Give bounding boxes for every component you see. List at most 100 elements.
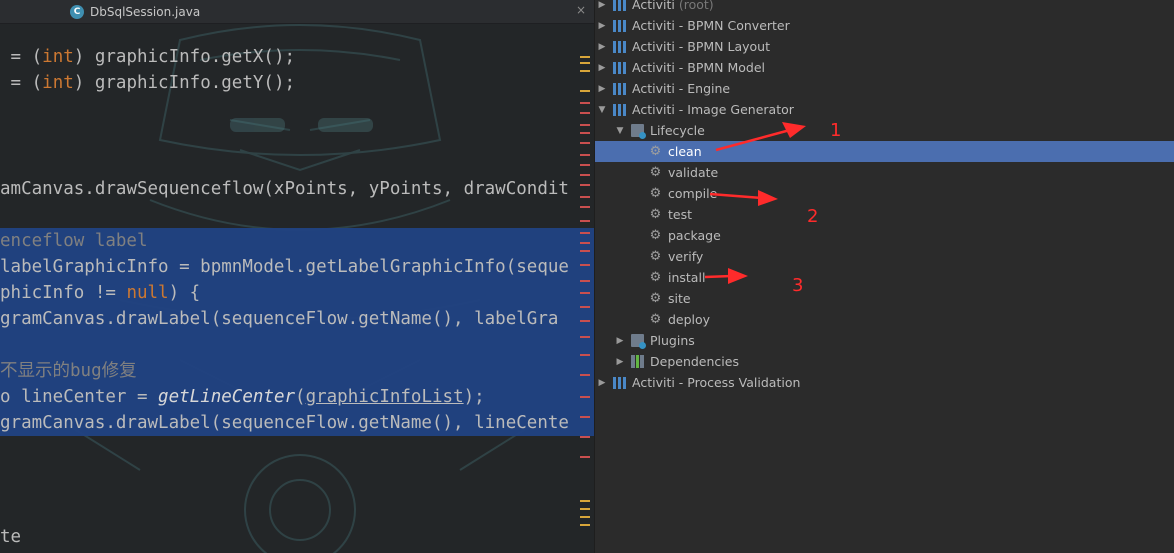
chevron-right-icon[interactable]: ▶ (597, 63, 607, 73)
error-marker[interactable] (580, 164, 590, 166)
error-marker[interactable] (580, 336, 590, 338)
code-line[interactable]: o lineCenter = getLineCenter(graphicInfo… (0, 384, 594, 410)
warning-marker[interactable] (580, 62, 590, 64)
code-token: null (126, 283, 169, 303)
warning-marker[interactable] (580, 90, 590, 92)
chevron-right-icon[interactable]: ▶ (597, 42, 607, 52)
code-line[interactable]: amCanvas.drawSequenceflow(xPoints, yPoin… (0, 176, 594, 202)
chevron-right-icon[interactable]: ▶ (597, 378, 607, 388)
error-marker[interactable] (580, 174, 590, 176)
error-marker[interactable] (580, 184, 590, 186)
tree-item-label: verify (668, 249, 704, 264)
error-marker[interactable] (580, 280, 590, 282)
tree-item-suffix: (root) (678, 0, 714, 12)
error-marker[interactable] (580, 320, 590, 322)
code-token: te (0, 527, 22, 547)
code-line[interactable]: te (0, 524, 594, 550)
tree-item-activiti-image-generator[interactable]: ▼ Activiti - Image Generator (595, 99, 1174, 120)
tree-item-label: Activiti - BPMN Converter (632, 18, 790, 33)
error-marker[interactable] (580, 354, 590, 356)
chevron-right-icon[interactable]: ▶ (597, 0, 607, 10)
error-marker[interactable] (580, 396, 590, 398)
error-marker[interactable] (580, 132, 590, 134)
tree-item-label: compile (668, 186, 718, 201)
chevron-right-icon[interactable]: ▶ (597, 21, 607, 31)
error-marker[interactable] (580, 102, 590, 104)
tree-item-test[interactable]: ⚙ test (595, 204, 1174, 225)
maven-projects-tree[interactable]: ▶ Activiti (root) ▶ Activiti - BPMN Converte… (594, 0, 1174, 553)
code-token: ) { (168, 283, 201, 303)
warning-marker[interactable] (580, 56, 590, 58)
tree-item-clean[interactable]: ⚙ clean (595, 141, 1174, 162)
tree-item-label: clean (668, 144, 702, 159)
warning-marker[interactable] (580, 70, 590, 72)
warning-marker[interactable] (580, 508, 590, 510)
error-marker[interactable] (580, 456, 590, 458)
tree-item-site[interactable]: ⚙ site (595, 288, 1174, 309)
code-line[interactable]: = (int) graphicInfo.getX(); (0, 44, 594, 70)
tree-item-validate[interactable]: ⚙ validate (595, 162, 1174, 183)
error-marker[interactable] (580, 306, 590, 308)
tree-item-activiti-process-validation[interactable]: ▶ Activiti - Process Validation (595, 372, 1174, 393)
tree-item-label: Activiti - Process Validation (632, 375, 801, 390)
code-line[interactable]: labelGraphicInfo = bpmnModel.getLabelGra… (0, 254, 594, 280)
code-line[interactable]: = (int) graphicInfo.getY(); (0, 70, 594, 96)
tree-item-label: deploy (668, 312, 711, 327)
error-marker[interactable] (580, 154, 590, 156)
gear-icon: ⚙ (649, 312, 662, 327)
tree-item-lifecycle[interactable]: ▼ Lifecycle (595, 120, 1174, 141)
tree-item-deploy[interactable]: ⚙ deploy (595, 309, 1174, 330)
chevron-right-icon[interactable]: ▶ (615, 357, 625, 367)
error-marker[interactable] (580, 242, 590, 244)
tree-item-activiti[interactable]: ▶ Activiti (root) (595, 0, 1174, 15)
code-line[interactable]: enceflow label (0, 228, 594, 254)
code-token: phicInfo != (0, 283, 127, 303)
error-marker[interactable] (580, 142, 590, 144)
error-marker[interactable] (580, 220, 590, 222)
tree-item-activiti-bpmn-model[interactable]: ▶ Activiti - BPMN Model (595, 57, 1174, 78)
error-marker[interactable] (580, 436, 590, 438)
tree-item-verify[interactable]: ⚙ verify (595, 246, 1174, 267)
code-token: gramCanvas.drawLabel(sequenceFlow.getNam… (0, 309, 559, 329)
gear-icon: ⚙ (649, 270, 662, 285)
error-marker[interactable] (580, 292, 590, 294)
tree-item-compile[interactable]: ⚙ compile (595, 183, 1174, 204)
maven-icon (613, 40, 626, 53)
warning-marker[interactable] (580, 516, 590, 518)
tree-item-label: Activiti - Engine (632, 81, 731, 96)
code-token: ); (463, 387, 485, 407)
warning-marker[interactable] (580, 524, 590, 526)
error-marker[interactable] (580, 264, 590, 266)
code-line[interactable]: gramCanvas.drawLabel(sequenceFlow.getNam… (0, 306, 594, 332)
error-marker[interactable] (580, 206, 590, 208)
tree-item-plugins[interactable]: ▶ Plugins (595, 330, 1174, 351)
chevron-right-icon[interactable]: ▶ (615, 336, 625, 346)
annotation-label-1: 1 (830, 120, 842, 141)
error-marker[interactable] (580, 232, 590, 234)
tree-item-package[interactable]: ⚙ package (595, 225, 1174, 246)
error-stripe[interactable] (577, 24, 593, 553)
tree-item-activiti-bpmn-converter[interactable]: ▶ Activiti - BPMN Converter (595, 15, 1174, 36)
tree-item-dependencies[interactable]: ▶ Dependencies (595, 351, 1174, 372)
chevron-down-icon[interactable]: ▼ (597, 105, 607, 115)
chevron-right-icon[interactable]: ▶ (597, 84, 607, 94)
tab-label: DbSqlSession.java (90, 5, 201, 19)
error-marker[interactable] (580, 416, 590, 418)
code-editor[interactable]: C DbSqlSession.java × = (int) graphicInf… (0, 0, 594, 553)
close-icon[interactable]: × (576, 3, 586, 17)
error-marker[interactable] (580, 250, 590, 252)
warning-marker[interactable] (580, 500, 590, 502)
error-marker[interactable] (580, 124, 590, 126)
tree-item-activiti-engine[interactable]: ▶ Activiti - Engine (595, 78, 1174, 99)
error-marker[interactable] (580, 374, 590, 376)
code-line[interactable]: 不显示的bug修复 (0, 358, 594, 384)
error-marker[interactable] (580, 196, 590, 198)
chevron-down-icon[interactable]: ▼ (615, 126, 625, 136)
code-line[interactable]: phicInfo != null) { (0, 280, 594, 306)
tab-dbsqlsession[interactable]: C DbSqlSession.java (70, 0, 200, 24)
tree-item-install[interactable]: ⚙ install (595, 267, 1174, 288)
error-marker[interactable] (580, 112, 590, 114)
code-line[interactable]: gramCanvas.drawLabel(sequenceFlow.getNam… (0, 410, 594, 436)
maven-icon (613, 61, 626, 74)
tree-item-activiti-bpmn-layout[interactable]: ▶ Activiti - BPMN Layout (595, 36, 1174, 57)
